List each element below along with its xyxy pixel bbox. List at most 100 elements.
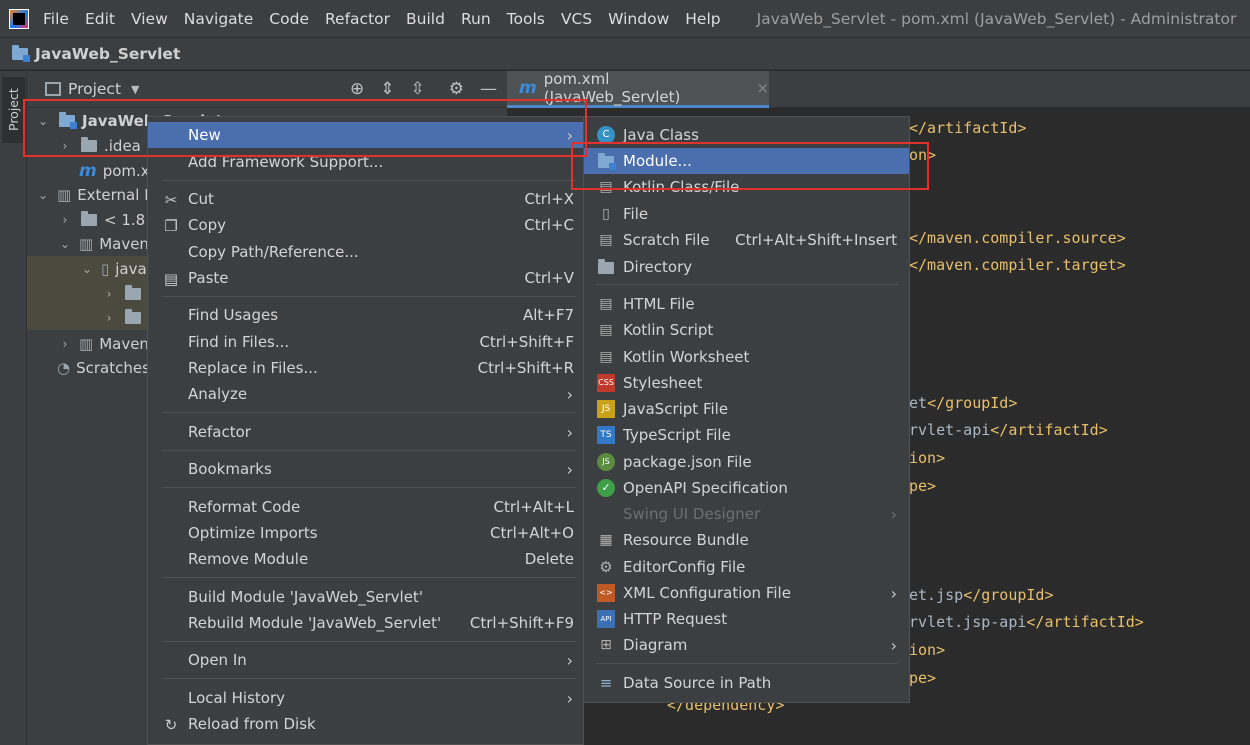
menu-refactor[interactable]: Refactor ›: [148, 419, 583, 445]
menu-find-in-files[interactable]: Find in Files... Ctrl+Shift+F: [148, 329, 583, 355]
submenu-kotlin-script[interactable]: ▤ Kotlin Script: [584, 317, 909, 343]
submenu-html-file[interactable]: ▤ HTML File: [584, 291, 909, 317]
code-line: et.jsp</groupId>: [909, 586, 1054, 604]
chevron-down-icon[interactable]: ⌄: [79, 262, 95, 276]
menu-copy-path[interactable]: Copy Path/Reference...: [148, 239, 583, 265]
chevron-right-icon: ›: [566, 688, 573, 708]
chevron-down-icon[interactable]: ⌄: [35, 114, 51, 128]
submenu-javascript-file[interactable]: JS JavaScript File: [584, 396, 909, 422]
submenu-xml-configuration[interactable]: <> XML Configuration File ›: [584, 580, 909, 606]
gear-icon[interactable]: ⚙: [449, 79, 464, 99]
menu-edit[interactable]: Edit: [85, 10, 115, 28]
submenu-scratch-file[interactable]: ▤ Scratch File Ctrl+Alt+Shift+Insert: [584, 227, 909, 253]
divider: [162, 678, 576, 679]
breadcrumb-project[interactable]: JavaWeb_Servlet: [35, 45, 180, 63]
menu-open-in[interactable]: Open In ›: [148, 647, 583, 673]
maven-icon: m: [519, 78, 537, 98]
submenu-kotlin-class[interactable]: ▤ Kotlin Class/File: [584, 174, 909, 200]
menu-replace-in-files[interactable]: Replace in Files... Ctrl+Shift+R: [148, 355, 583, 381]
divider: [162, 296, 576, 297]
menu-cut[interactable]: ✂ Cut Ctrl+X: [148, 186, 583, 212]
package-json-icon: JS: [597, 453, 615, 471]
menu-new[interactable]: New ›: [148, 122, 583, 148]
code-line: </artifactId>: [909, 119, 1027, 137]
chevron-down-icon[interactable]: ▼: [131, 83, 139, 96]
chevron-right-icon[interactable]: ›: [57, 139, 73, 153]
menu-code[interactable]: Code: [269, 10, 309, 28]
close-icon[interactable]: ×: [756, 79, 769, 97]
submenu-http-request[interactable]: API HTTP Request: [584, 606, 909, 632]
project-view-icon: [45, 82, 61, 96]
menu-window[interactable]: Window: [608, 10, 669, 28]
submenu-stylesheet[interactable]: CSS Stylesheet: [584, 370, 909, 396]
module-folder-icon: [12, 44, 30, 62]
submenu-file[interactable]: ▯ File: [584, 201, 909, 227]
tree-item-label: Scratches: [76, 358, 150, 377]
menu-refactor[interactable]: Refactor: [325, 10, 390, 28]
submenu-kotlin-worksheet[interactable]: ▤ Kotlin Worksheet: [584, 344, 909, 370]
menu-find-usages[interactable]: Find Usages Alt+F7: [148, 302, 583, 328]
chevron-right-icon: ›: [890, 583, 897, 603]
tree-item-label: < 1.8: [104, 210, 146, 229]
menu-add-framework-support[interactable]: Add Framework Support...: [148, 149, 583, 175]
menu-analyze[interactable]: Analyze ›: [148, 381, 583, 407]
library-icon: ▥: [79, 334, 94, 353]
menu-optimize-imports[interactable]: Optimize Imports Ctrl+Alt+O: [148, 520, 583, 546]
menu-navigate[interactable]: Navigate: [184, 10, 254, 28]
paste-icon: ▤: [163, 270, 179, 288]
chevron-right-icon: ›: [566, 422, 573, 442]
editor-tabs: m pom.xml (JavaWeb_Servlet) ×: [507, 70, 1250, 108]
menu-build[interactable]: Build: [406, 10, 445, 28]
submenu-editorconfig[interactable]: ⚙ EditorConfig File: [584, 554, 909, 580]
menu-remove-module[interactable]: Remove Module Delete: [148, 546, 583, 572]
expand-all-icon[interactable]: ⇕: [380, 79, 394, 99]
submenu-diagram[interactable]: ⊞ Diagram ›: [584, 632, 909, 658]
submenu-data-source-in-path[interactable]: ≡ Data Source in Path: [584, 670, 909, 696]
module-folder-icon: [597, 152, 616, 170]
menu-help[interactable]: Help: [685, 10, 720, 28]
menu-build-module[interactable]: Build Module 'JavaWeb_Servlet': [148, 584, 583, 610]
jar-icon: ▯: [101, 259, 110, 278]
submenu-swing-ui-designer[interactable]: Swing UI Designer ›: [584, 501, 909, 527]
menu-paste[interactable]: ▤ Paste Ctrl+V: [148, 265, 583, 291]
menu-tools[interactable]: Tools: [507, 10, 545, 28]
chevron-right-icon[interactable]: ›: [101, 311, 117, 325]
chevron-right-icon: ›: [566, 650, 573, 670]
menu-view[interactable]: View: [131, 10, 168, 28]
chevron-right-icon[interactable]: ›: [57, 213, 73, 227]
menu-vcs[interactable]: VCS: [561, 10, 592, 28]
submenu-resource-bundle[interactable]: ▦ Resource Bundle: [584, 527, 909, 553]
diagram-icon: ⊞: [600, 637, 612, 653]
project-panel-title[interactable]: Project: [68, 80, 121, 98]
submenu-package-json[interactable]: JS package.json File: [584, 449, 909, 475]
collapse-all-icon[interactable]: ⇳: [411, 79, 425, 99]
menu-rebuild-module[interactable]: Rebuild Module 'JavaWeb_Servlet' Ctrl+Sh…: [148, 610, 583, 636]
submenu-module[interactable]: Module...: [584, 148, 909, 174]
copy-icon: ❐: [164, 217, 178, 235]
tab-pom-xml[interactable]: m pom.xml (JavaWeb_Servlet) ×: [507, 70, 769, 108]
chevron-down-icon[interactable]: ⌄: [35, 188, 51, 202]
project-tool-tab[interactable]: Project: [2, 77, 25, 143]
menu-file[interactable]: File: [43, 10, 69, 28]
menu-run[interactable]: Run: [461, 10, 491, 28]
minimize-icon[interactable]: —: [480, 79, 497, 99]
chevron-right-icon[interactable]: ›: [57, 337, 73, 351]
code-line: rvlet-api</artifactId>: [909, 421, 1108, 439]
locate-icon[interactable]: ⊕: [350, 79, 364, 99]
menu-copy[interactable]: ❐ Copy Ctrl+C: [148, 212, 583, 238]
submenu-openapi[interactable]: ✓ OpenAPI Specification: [584, 475, 909, 501]
submenu-java-class[interactable]: C Java Class: [584, 122, 909, 148]
ts-file-icon: TS: [597, 426, 615, 444]
menu-bookmarks[interactable]: Bookmarks ›: [148, 456, 583, 482]
submenu-typescript-file[interactable]: TS TypeScript File: [584, 422, 909, 448]
submenu-directory[interactable]: Directory: [584, 254, 909, 280]
chevron-right-icon: ›: [566, 125, 573, 145]
menu-reformat-code[interactable]: Reformat Code Ctrl+Alt+L: [148, 494, 583, 520]
resource-bundle-icon: ▦: [599, 532, 613, 548]
chevron-down-icon[interactable]: ⌄: [57, 237, 73, 251]
tree-item-label: java: [115, 259, 147, 278]
menu-local-history[interactable]: Local History ›: [148, 685, 583, 711]
menu-reload-from-disk[interactable]: ↻ Reload from Disk: [148, 711, 583, 737]
context-menu: New › Add Framework Support... ✂ Cut Ctr…: [147, 116, 584, 745]
chevron-right-icon[interactable]: ›: [101, 287, 117, 301]
